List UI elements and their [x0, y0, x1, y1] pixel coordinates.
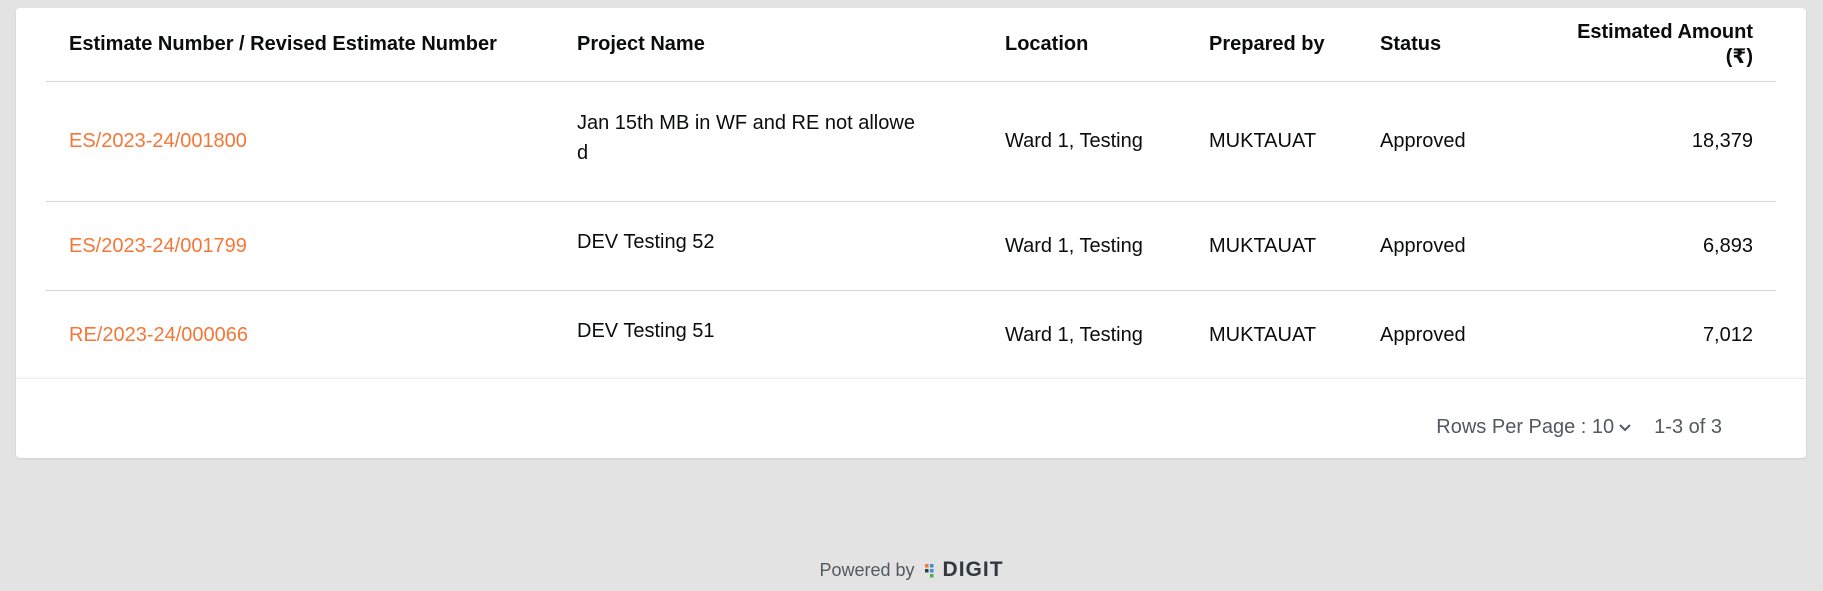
- prepared-by-cell: MUKTAUAT: [1186, 201, 1357, 291]
- project-name: DEV Testing 51: [577, 320, 715, 342]
- rows-per-page-select[interactable]: Rows Per Page : 10: [1436, 416, 1632, 439]
- estimates-card: Estimate Number / Revised Estimate Numbe…: [16, 8, 1806, 458]
- estimate-number-cell: ES/2023-24/001800: [46, 81, 554, 202]
- pagination-range: 1-3 of 3: [1654, 416, 1722, 438]
- header-status[interactable]: Status: [1357, 8, 1532, 82]
- digit-logo-dots-icon: [924, 564, 934, 578]
- chevron-down-icon[interactable]: [1618, 416, 1632, 439]
- powered-by-label: Powered by: [819, 559, 915, 580]
- table-row: ES/2023-24/001800 Jan 15th MB in WF and …: [46, 81, 1776, 202]
- amount-cell: 18,379: [1532, 81, 1776, 202]
- header-estimate-number[interactable]: Estimate Number / Revised Estimate Numbe…: [46, 8, 554, 82]
- location-cell: Ward 1, Testing: [982, 201, 1186, 291]
- project-name-cell: DEV Testing 52: [554, 201, 982, 291]
- table-row: ES/2023-24/001799 DEV Testing 52 Ward 1,…: [46, 201, 1776, 291]
- location-cell: Ward 1, Testing: [982, 81, 1186, 202]
- header-project-name[interactable]: Project Name: [554, 8, 982, 82]
- location-cell: Ward 1, Testing: [1005, 323, 1143, 346]
- rows-per-page-label: Rows Per Page : 10: [1436, 416, 1615, 438]
- project-name-cell: Jan 15th MB in WF and RE not allowed: [554, 81, 982, 202]
- estimates-table-wrapper: Estimate Number / Revised Estimate Numbe…: [46, 8, 1776, 379]
- estimates-table: Estimate Number / Revised Estimate Numbe…: [46, 8, 1776, 379]
- project-name-cell: DEV Testing 51: [554, 291, 982, 380]
- powered-by-footer: Powered by DIGIT: [0, 558, 1823, 582]
- header-estimated-amount[interactable]: Estimated Amount (₹): [1532, 8, 1776, 82]
- estimate-number-cell: RE/2023-24/000066: [46, 291, 554, 380]
- header-location[interactable]: Location: [982, 8, 1186, 82]
- status-cell: Approved: [1357, 201, 1532, 291]
- estimate-number-link[interactable]: ES/2023-24/001799: [69, 235, 247, 257]
- project-name: Jan 15th MB in WF and RE not allowed: [577, 111, 915, 164]
- digit-logo: DIGIT: [924, 558, 1004, 582]
- prepared-by-cell: MUKTAUAT: [1209, 323, 1317, 346]
- project-name: DEV Testing 52: [577, 231, 715, 253]
- status-cell: Approved: [1380, 323, 1466, 346]
- estimate-number-cell: ES/2023-24/001799: [46, 201, 554, 291]
- estimate-number-link[interactable]: RE/2023-24/000066: [69, 324, 248, 346]
- pagination: Rows Per Page : 10 1-3 of 3: [1436, 416, 1722, 439]
- estimate-number-link[interactable]: ES/2023-24/001800: [69, 130, 247, 152]
- table-header-row: Estimate Number / Revised Estimate Numbe…: [46, 8, 1776, 82]
- header-prepared-by[interactable]: Prepared by: [1186, 8, 1357, 82]
- status-cell: Approved: [1357, 81, 1532, 202]
- amount-cell: 6,893: [1532, 201, 1776, 291]
- table-row: RE/2023-24/000066 DEV Testing 51 Ward 1,…: [46, 291, 1776, 380]
- pagination-divider: [16, 378, 1806, 379]
- prepared-by-cell: MUKTAUAT: [1186, 81, 1357, 202]
- amount-cell: 7,012: [1702, 323, 1753, 346]
- digit-logo-text: DIGIT: [942, 558, 1004, 581]
